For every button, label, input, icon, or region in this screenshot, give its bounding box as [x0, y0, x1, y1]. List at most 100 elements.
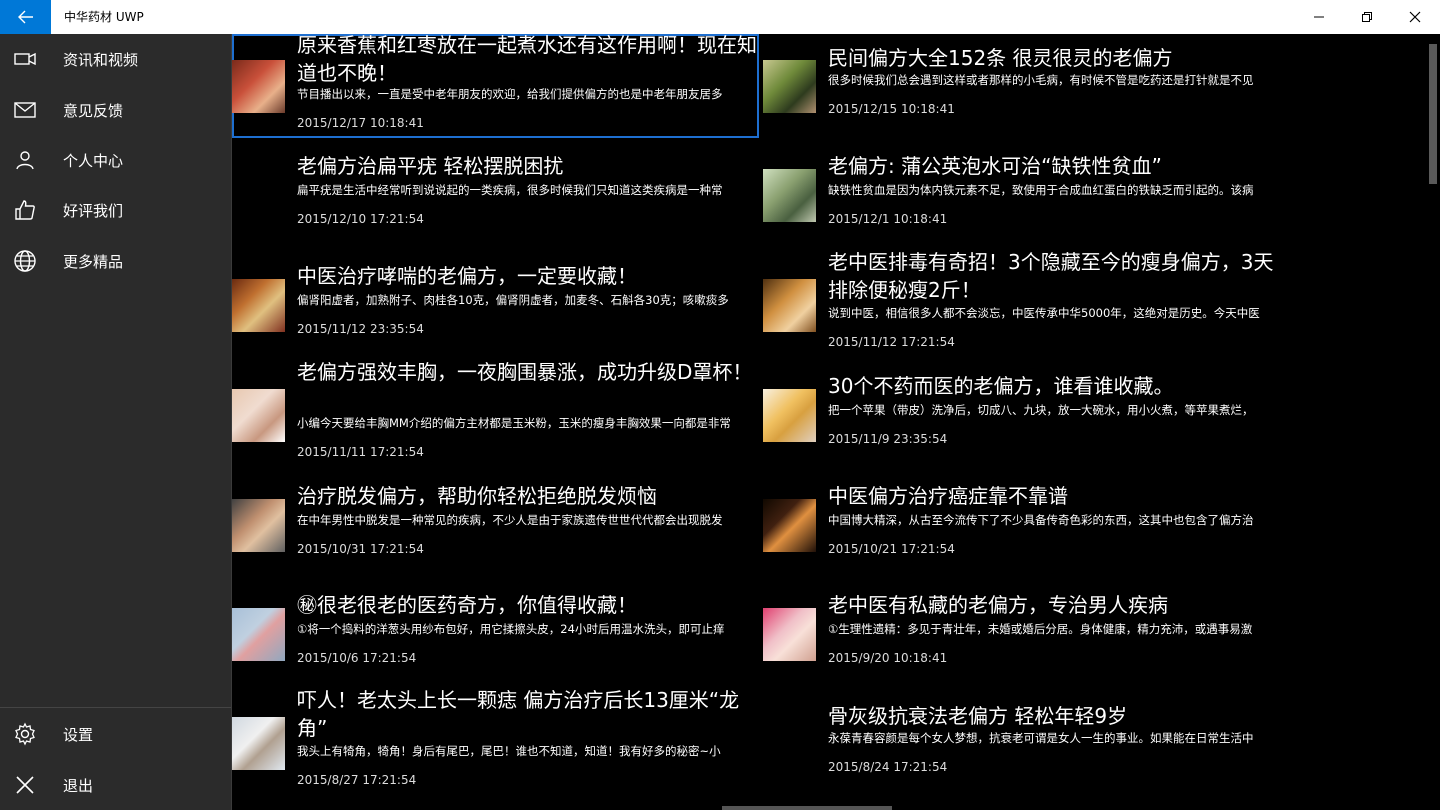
thumbs-up-icon [13, 198, 37, 222]
article-summary: 很多时候我们总会遇到这样或者那样的小毛病，有时候不管是吃药还是打针就是不见 [828, 73, 1254, 87]
article-grid: 原来香蕉和红枣放在一起煮水还有这作用啊！现在知道也不晚！ 节目播出以来，一直是受… [232, 34, 1426, 810]
article-card[interactable]: 老中医排毒有奇招！3个隐藏至今的瘦身偏方，3天排除便秘瘦2斤！ 说到中医，相信很… [763, 248, 1290, 354]
article-summary: 把一个苹果（带皮）洗净后，切成八、九块，放一大碗水，用小火煮，等苹果煮烂， [828, 403, 1254, 417]
article-card[interactable]: 30个不药而医的老偏方，谁看谁收藏。 把一个苹果（带皮）洗净后，切成八、九块，放… [763, 372, 1290, 452]
sidebar-item-label: 个人中心 [63, 151, 124, 170]
back-arrow-icon [17, 10, 33, 24]
article-date: 2015/10/21 17:21:54 [828, 542, 955, 556]
article-summary: 在中年男性中脱发是一种常见的疾病，不少人是由于家族遗传世世代代都会出现脱发 [297, 513, 723, 527]
article-title: ㊙很老很老的医药奇方，你值得收藏！ [297, 593, 637, 617]
minimize-icon [1314, 16, 1324, 18]
article-thumbnail [763, 389, 816, 442]
sidebar-item-label: 更多精品 [63, 252, 124, 271]
article-card[interactable]: 治疗脱发偏方，帮助你轻松拒绝脱发烦恼 在中年男性中脱发是一种常见的疾病，不少人是… [232, 482, 759, 562]
article-summary: 中国博大精深，从古至今流传下了不少具备传奇色彩的东西，这其中也包含了偏方治 [828, 513, 1254, 527]
horizontal-scrollbar[interactable] [722, 806, 892, 810]
sidebar-item-feedback[interactable]: 意见反馈 [0, 85, 231, 135]
article-card[interactable]: 老中医有私藏的老偏方，专治男人疾病 ①生理性遗精：多见于青壮年，未婚或婚后分居。… [763, 591, 1290, 671]
close-window-icon [1409, 11, 1421, 23]
article-thumbnail [232, 717, 285, 770]
sidebar-item-label: 退出 [63, 776, 94, 795]
sidebar-item-label: 好评我们 [63, 201, 124, 220]
restore-icon [1362, 12, 1372, 22]
article-summary: 偏肾阳虚者，加熟附子、肉桂各10克，偏肾阴虚者，加麦冬、石斛各30克；咳嗽痰多 [297, 293, 729, 307]
article-title: 骨灰级抗衰法老偏方 轻松年轻9岁 [828, 704, 1128, 728]
video-camera-icon [13, 47, 37, 71]
sidebar-item-rate-us[interactable]: 好评我们 [0, 185, 231, 235]
article-summary: 扁平疣是生活中经常听到说说起的一类疾病，很多时候我们只知道这类疾病是一种常 [297, 183, 723, 197]
article-title: 老偏方治扁平疣 轻松摆脱困扰 [297, 154, 564, 178]
article-thumbnail [763, 499, 816, 552]
article-summary: ①生理性遗精：多见于青壮年，未婚或婚后分居。身体健康，精力充沛，或遇事易激 [828, 622, 1253, 636]
article-title: 老中医有私藏的老偏方，专治男人疾病 [828, 593, 1168, 617]
sidebar: 资讯和视频 意见反馈 个人中心 好评我们 更多精品 设置 退出 [0, 34, 231, 810]
sidebar-item-settings[interactable]: 设置 [0, 709, 231, 759]
article-thumbnail [763, 279, 816, 332]
article-summary: 我头上有犄角，犄角！身后有尾巴，尾巴！谁也不知道，知道！我有好多的秘密~小 [297, 744, 721, 758]
gear-icon [13, 722, 37, 746]
article-thumbnail [232, 499, 285, 552]
article-card[interactable]: 吓人！老太头上长一颗痣 偏方治疗后长13厘米“龙角” 我头上有犄角，犄角！身后有… [232, 686, 759, 796]
article-thumbnail [232, 608, 285, 661]
article-card[interactable]: 老偏方治扁平疣 轻松摆脱困扰 扁平疣是生活中经常听到说说起的一类疾病，很多时候我… [232, 152, 759, 232]
article-date: 2015/12/10 17:21:54 [297, 212, 424, 226]
article-date: 2015/12/15 10:18:41 [828, 102, 955, 116]
article-thumbnail [763, 60, 816, 113]
article-date: 2015/8/27 17:21:54 [297, 773, 417, 787]
close-window-button[interactable] [1392, 0, 1438, 34]
vertical-scrollbar[interactable] [1426, 34, 1440, 810]
article-date: 2015/11/11 17:21:54 [297, 445, 424, 459]
article-title: 老偏方: 蒲公英泡水可治“缺铁性贫血” [828, 154, 1162, 178]
article-card[interactable]: 骨灰级抗衰法老偏方 轻松年轻9岁 永葆青春容颜是每个女人梦想，抗衰老可谓是女人一… [763, 702, 1290, 782]
sidebar-item-label: 资讯和视频 [63, 50, 139, 69]
sidebar-item-more-apps[interactable]: 更多精品 [0, 236, 231, 286]
article-card[interactable]: 中医治疗哮喘的老偏方，一定要收藏！ 偏肾阳虚者，加熟附子、肉桂各10克，偏肾阴虚… [232, 262, 759, 342]
article-title: 30个不药而医的老偏方，谁看谁收藏。 [828, 374, 1174, 398]
article-date: 2015/11/12 17:21:54 [828, 335, 955, 349]
article-title: 中医治疗哮喘的老偏方，一定要收藏！ [297, 264, 637, 288]
article-thumbnail [763, 608, 816, 661]
article-card[interactable]: 老偏方: 蒲公英泡水可治“缺铁性贫血” 缺铁性贫血是因为体内铁元素不足，致使用于… [763, 152, 1290, 232]
article-summary: 永葆青春容颜是每个女人梦想，抗衰老可谓是女人一生的事业。如果能在日常生活中 [828, 731, 1254, 745]
sidebar-divider [0, 707, 231, 708]
back-button[interactable] [0, 0, 51, 34]
article-title: 治疗脱发偏方，帮助你轻松拒绝脱发烦恼 [297, 484, 657, 508]
scrollbar-thumb[interactable] [1429, 44, 1437, 184]
sidebar-item-exit[interactable]: 退出 [0, 760, 231, 810]
article-summary: ①将一个捣料的洋葱头用纱布包好，用它揉擦头皮，24小时后用温水洗头，即可止痒 [297, 622, 725, 636]
article-card[interactable]: ㊙很老很老的医药奇方，你值得收藏！ ①将一个捣料的洋葱头用纱布包好，用它揉擦头皮… [232, 591, 759, 671]
article-date: 2015/10/6 17:21:54 [297, 651, 417, 665]
article-title: 老中医排毒有奇招！3个隐藏至今的瘦身偏方，3天排除便秘瘦2斤！ [828, 250, 1274, 302]
article-date: 2015/8/24 17:21:54 [828, 760, 948, 774]
sidebar-item-label: 意见反馈 [63, 101, 124, 120]
article-card[interactable]: 老偏方强效丰胸，一夜胸围暴涨，成功升级D罩杯！ 小编今天要给丰胸MM介绍的偏方主… [232, 358, 759, 464]
person-icon [13, 148, 37, 172]
article-thumbnail [232, 60, 285, 113]
sidebar-item-profile[interactable]: 个人中心 [0, 135, 231, 185]
close-icon [13, 773, 37, 797]
article-thumbnail [763, 169, 816, 222]
article-date: 2015/9/20 10:18:41 [828, 651, 948, 665]
globe-icon [13, 249, 37, 273]
article-date: 2015/12/1 10:18:41 [828, 212, 948, 226]
article-summary: 说到中医，相信很多人都不会淡忘，中医传承中华5000年，这绝对是历史。今天中医 [828, 306, 1260, 320]
article-date: 2015/12/17 10:18:41 [297, 116, 424, 130]
article-date: 2015/10/31 17:21:54 [297, 542, 424, 556]
article-date: 2015/11/12 23:35:54 [297, 322, 424, 336]
app-title: 中华药材 UWP [64, 10, 144, 24]
article-thumbnail [232, 279, 285, 332]
article-summary: 节目播出以来，一直是受中老年朋友的欢迎，给我们提供偏方的也是中老年朋友居多 [297, 87, 723, 101]
title-bar: 中华药材 UWP [0, 0, 1440, 34]
article-title: 原来香蕉和红枣放在一起煮水还有这作用啊！现在知道也不晚！ [297, 34, 757, 85]
mail-icon [13, 98, 37, 122]
article-card[interactable]: 原来香蕉和红枣放在一起煮水还有这作用啊！现在知道也不晚！ 节目播出以来，一直是受… [232, 34, 759, 138]
minimize-button[interactable] [1296, 0, 1342, 34]
article-summary: 缺铁性贫血是因为体内铁元素不足，致使用于合成血红蛋白的铁缺乏而引起的。该病 [828, 183, 1254, 197]
sidebar-item-news-video[interactable]: 资讯和视频 [0, 34, 231, 84]
article-card[interactable]: 中医偏方治疗癌症靠不靠谱 中国博大精深，从古至今流传下了不少具备传奇色彩的东西，… [763, 482, 1290, 562]
article-summary: 小编今天要给丰胸MM介绍的偏方主材都是玉米粉，玉米的瘦身丰胸效果一向都是非常 [297, 416, 731, 430]
article-card[interactable]: 民间偏方大全152条 很灵很灵的老偏方 很多时候我们总会遇到这样或者那样的小毛病… [763, 34, 1290, 138]
sidebar-item-label: 设置 [63, 725, 94, 744]
article-title: 中医偏方治疗癌症靠不靠谱 [828, 484, 1068, 508]
restore-button[interactable] [1344, 0, 1390, 34]
